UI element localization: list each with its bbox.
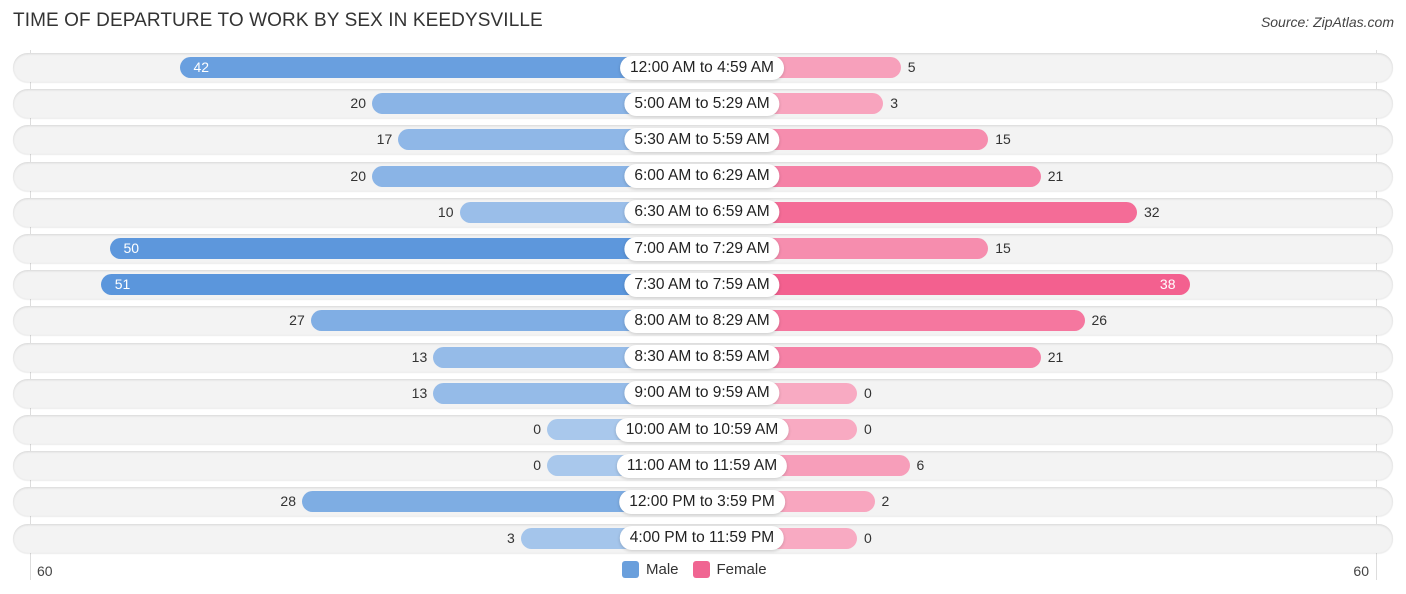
male-value-label: 3 — [506, 529, 515, 546]
female-value-label: 26 — [1091, 312, 1108, 329]
chart-title: TIME OF DEPARTURE TO WORK BY SEX IN KEED… — [13, 10, 543, 31]
male-value-label: 28 — [280, 493, 296, 510]
male-value-label: 13 — [411, 384, 428, 401]
male-value-label: 27 — [289, 312, 305, 329]
category-label: 4:00 PM to 11:59 PM — [619, 526, 785, 551]
male-value-label: 0 — [533, 421, 541, 437]
male-value-label: 51 — [114, 276, 131, 293]
category-label: 5:00 AM to 5:29 AM — [624, 91, 780, 116]
male-value-label: 13 — [411, 348, 428, 365]
female-value-label: 6 — [916, 457, 925, 474]
legend: Male Female — [622, 561, 767, 578]
category-label: 7:30 AM to 7:59 AM — [624, 272, 780, 297]
axis-right-label: 60 — [1353, 563, 1369, 579]
category-label: 8:30 AM to 8:59 AM — [624, 345, 780, 370]
legend-male-swatch — [622, 561, 639, 578]
female-value-label: 5 — [907, 59, 916, 75]
female-value-label: 0 — [864, 384, 872, 401]
male-bar[interactable] — [109, 238, 702, 259]
category-label: 6:30 AM to 6:59 AM — [624, 200, 780, 225]
female-value-label: 21 — [1047, 167, 1064, 184]
female-value-label: 0 — [864, 529, 872, 546]
category-label: 11:00 AM to 11:59 AM — [616, 453, 788, 478]
category-label: 5:30 AM to 5:59 AM — [624, 127, 780, 152]
female-value-label: 15 — [995, 131, 1011, 148]
category-label: 6:00 AM to 6:29 AM — [624, 164, 780, 189]
male-value-label: 17 — [376, 131, 393, 148]
legend-female-label[interactable]: Female — [717, 561, 767, 578]
female-value-label: 0 — [864, 421, 872, 437]
category-label: 12:00 AM to 4:59 AM — [620, 55, 784, 80]
female-value-label: 21 — [1047, 348, 1064, 365]
category-label: 12:00 PM to 3:59 PM — [619, 489, 785, 514]
male-value-label: 50 — [123, 240, 140, 256]
legend-female-swatch — [692, 561, 710, 578]
female-value-label: 3 — [890, 95, 899, 112]
category-label: 8:00 AM to 8:29 AM — [624, 308, 780, 333]
male-value-label: 20 — [350, 167, 366, 184]
female-value-label: 38 — [1159, 276, 1176, 293]
male-value-label: 20 — [350, 95, 366, 112]
female-value-label: 2 — [881, 493, 890, 510]
category-label: 10:00 AM to 10:59 AM — [615, 417, 789, 442]
male-bar[interactable] — [100, 274, 702, 296]
female-value-label: 32 — [1144, 203, 1160, 220]
chart-root: TIME OF DEPARTURE TO WORK BY SEX IN KEED… — [0, 0, 1406, 594]
category-label: 9:00 AM to 9:59 AM — [624, 381, 780, 406]
male-value-label: 10 — [437, 203, 454, 220]
source-note: Source: ZipAtlas.com — [1260, 14, 1394, 30]
male-value-label: 42 — [193, 59, 210, 75]
male-value-label: 0 — [533, 457, 541, 474]
female-value-label: 15 — [995, 240, 1011, 256]
category-label: 7:00 AM to 7:29 AM — [624, 236, 780, 261]
legend-male-label[interactable]: Male — [646, 561, 679, 578]
axis-left-label: 60 — [37, 563, 53, 579]
